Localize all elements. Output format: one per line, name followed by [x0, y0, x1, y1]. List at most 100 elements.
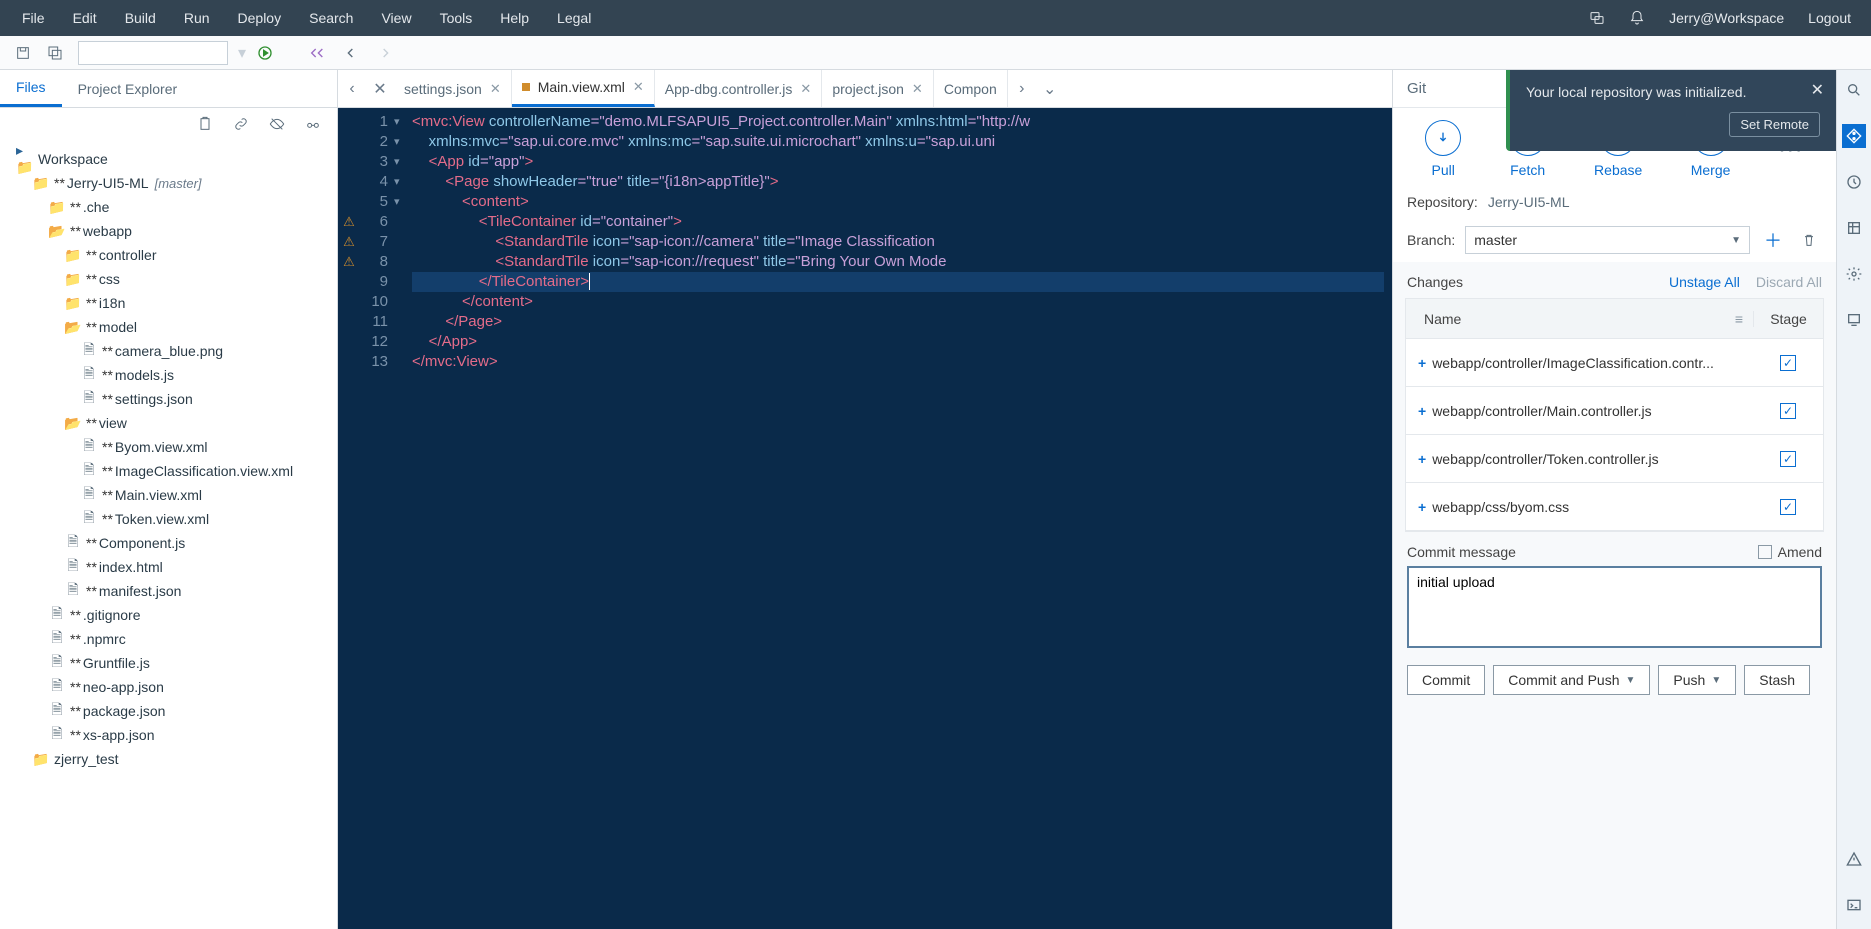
menu-tools[interactable]: Tools: [426, 10, 487, 26]
tab-project-explorer[interactable]: Project Explorer: [62, 70, 194, 107]
bell-icon[interactable]: [1617, 10, 1657, 26]
run-config-dropdown[interactable]: [78, 41, 228, 65]
branch-label: Branch:: [1407, 232, 1455, 248]
editor-tab-compon[interactable]: Compon: [934, 70, 1008, 107]
close-icon[interactable]: ✕: [912, 81, 923, 97]
tree-file[interactable]: 🗎**Token.view.xml: [0, 507, 337, 531]
git-icon[interactable]: [1842, 124, 1866, 148]
tab-close-icon[interactable]: ✕: [366, 79, 394, 99]
tree-file[interactable]: 🗎**Main.view.xml: [0, 483, 337, 507]
change-row[interactable]: +webapp/controller/ImageClassification.c…: [1406, 339, 1823, 387]
left-panel: Files Project Explorer ▸📁Workspace 📁**Je…: [0, 70, 338, 929]
tree-file[interactable]: 🗎**settings.json: [0, 387, 337, 411]
tree-file[interactable]: 🗎**xs-app.json: [0, 723, 337, 747]
menu-edit[interactable]: Edit: [59, 10, 111, 26]
change-row[interactable]: +webapp/css/byom.css✓: [1406, 483, 1823, 531]
clipboard-icon[interactable]: [197, 116, 213, 137]
branch-select[interactable]: master▼: [1465, 226, 1750, 254]
tree-file[interactable]: 🗎**manifest.json: [0, 579, 337, 603]
outline-icon[interactable]: [1842, 216, 1866, 240]
close-icon[interactable]: ✕: [800, 81, 811, 97]
delete-branch-icon[interactable]: [1796, 227, 1822, 253]
sort-icon[interactable]: ≡: [1735, 311, 1743, 327]
link-icon[interactable]: [233, 116, 249, 137]
notif-close-icon[interactable]: ✕: [1811, 80, 1824, 100]
history-icon[interactable]: [1842, 170, 1866, 194]
editor-tab-project[interactable]: project.json✕: [822, 70, 934, 107]
collab-icon[interactable]: [1842, 308, 1866, 332]
change-row[interactable]: +webapp/controller/Main.controller.js✓: [1406, 387, 1823, 435]
user-label[interactable]: Jerry@Workspace: [1657, 10, 1796, 26]
menu-file[interactable]: File: [8, 10, 59, 26]
menu-help[interactable]: Help: [486, 10, 543, 26]
tree-workspace[interactable]: ▸📁Workspace: [0, 147, 337, 171]
close-icon[interactable]: ✕: [490, 81, 501, 97]
tree-file[interactable]: 🗎**package.json: [0, 699, 337, 723]
tree-file[interactable]: 🗎**.gitignore: [0, 603, 337, 627]
repo-label: Repository:: [1407, 194, 1478, 210]
tab-next-icon[interactable]: ›: [1008, 80, 1036, 98]
stage-checkbox[interactable]: ✓: [1780, 451, 1796, 467]
code-editor[interactable]: ⚠⚠⚠ 12345678910111213 ▾▾▾▾▾ <mvc:View co…: [338, 108, 1392, 929]
close-icon[interactable]: ✕: [633, 79, 644, 95]
tree-file[interactable]: 🗎**neo-app.json: [0, 675, 337, 699]
stage-checkbox[interactable]: ✓: [1780, 355, 1796, 371]
tree-file[interactable]: 🗎**Byom.view.xml: [0, 435, 337, 459]
unstage-all-link[interactable]: Unstage All: [1669, 274, 1740, 290]
tab-list-icon[interactable]: ⌄: [1036, 79, 1064, 99]
commit-push-button[interactable]: Commit and Push▼: [1493, 665, 1650, 695]
menu-legal[interactable]: Legal: [543, 10, 605, 26]
logout-link[interactable]: Logout: [1796, 10, 1863, 26]
tree-folder-css[interactable]: 📁**css: [0, 267, 337, 291]
tree-folder-controller[interactable]: 📁**controller: [0, 243, 337, 267]
editor-tab-main[interactable]: Main.view.xml✕: [512, 70, 655, 107]
tree-file[interactable]: 🗎**index.html: [0, 555, 337, 579]
menu-build[interactable]: Build: [111, 10, 170, 26]
tree-folder-model[interactable]: 📂**model: [0, 315, 337, 339]
add-branch-icon[interactable]: ＋: [1760, 227, 1786, 253]
problems-icon[interactable]: [1842, 847, 1866, 871]
tree-folder-che[interactable]: 📁**.che: [0, 195, 337, 219]
feedback-icon[interactable]: [1577, 10, 1617, 26]
editor-tab-app-dbg[interactable]: App-dbg.controller.js✕: [655, 70, 823, 107]
menu-deploy[interactable]: Deploy: [224, 10, 296, 26]
change-row[interactable]: +webapp/controller/Token.controller.js✓: [1406, 435, 1823, 483]
editor-tab-settings[interactable]: settings.json✕: [394, 70, 512, 107]
tree-file[interactable]: 🗎**.npmrc: [0, 627, 337, 651]
tab-files[interactable]: Files: [0, 70, 62, 107]
tree-folder-view[interactable]: 📂**view: [0, 411, 337, 435]
tree-folder-i18n[interactable]: 📁**i18n: [0, 291, 337, 315]
console-icon[interactable]: [1842, 893, 1866, 917]
tree-file[interactable]: 🗎**camera_blue.png: [0, 339, 337, 363]
search-icon[interactable]: [1842, 78, 1866, 102]
tree-file[interactable]: 🗎**Gruntfile.js: [0, 651, 337, 675]
hide-icon[interactable]: [269, 116, 285, 137]
tree-project[interactable]: 📁**Jerry-UI5-ML[master]: [0, 171, 337, 195]
api-icon[interactable]: [1842, 262, 1866, 286]
set-remote-button[interactable]: Set Remote: [1729, 112, 1820, 137]
tree-file[interactable]: 🗎**Component.js: [0, 531, 337, 555]
last-edit-icon[interactable]: [304, 40, 330, 66]
tree-file[interactable]: 🗎**ImageClassification.view.xml: [0, 459, 337, 483]
stash-button[interactable]: Stash: [1744, 665, 1810, 695]
tab-prev-icon[interactable]: ‹: [338, 80, 366, 98]
push-button[interactable]: Push▼: [1658, 665, 1736, 695]
menu-search[interactable]: Search: [295, 10, 367, 26]
menu-run[interactable]: Run: [170, 10, 224, 26]
discard-all-link[interactable]: Discard All: [1756, 274, 1822, 290]
nav-back-icon[interactable]: [338, 40, 364, 66]
stage-checkbox[interactable]: ✓: [1780, 403, 1796, 419]
git-pull-button[interactable]: Pull: [1425, 120, 1461, 178]
run-button[interactable]: [252, 40, 278, 66]
tree-folder-webapp[interactable]: 📂**webapp: [0, 219, 337, 243]
tree-folder-zjerry[interactable]: 📁zjerry_test: [0, 747, 337, 771]
save-icon[interactable]: [10, 40, 36, 66]
commit-message-input[interactable]: initial upload: [1407, 566, 1822, 648]
menu-view[interactable]: View: [367, 10, 425, 26]
tree-file[interactable]: 🗎**models.js: [0, 363, 337, 387]
save-all-icon[interactable]: [42, 40, 68, 66]
glasses-icon[interactable]: [305, 116, 321, 137]
commit-button[interactable]: Commit: [1407, 665, 1485, 695]
amend-checkbox[interactable]: Amend: [1758, 544, 1822, 560]
stage-checkbox[interactable]: ✓: [1780, 499, 1796, 515]
